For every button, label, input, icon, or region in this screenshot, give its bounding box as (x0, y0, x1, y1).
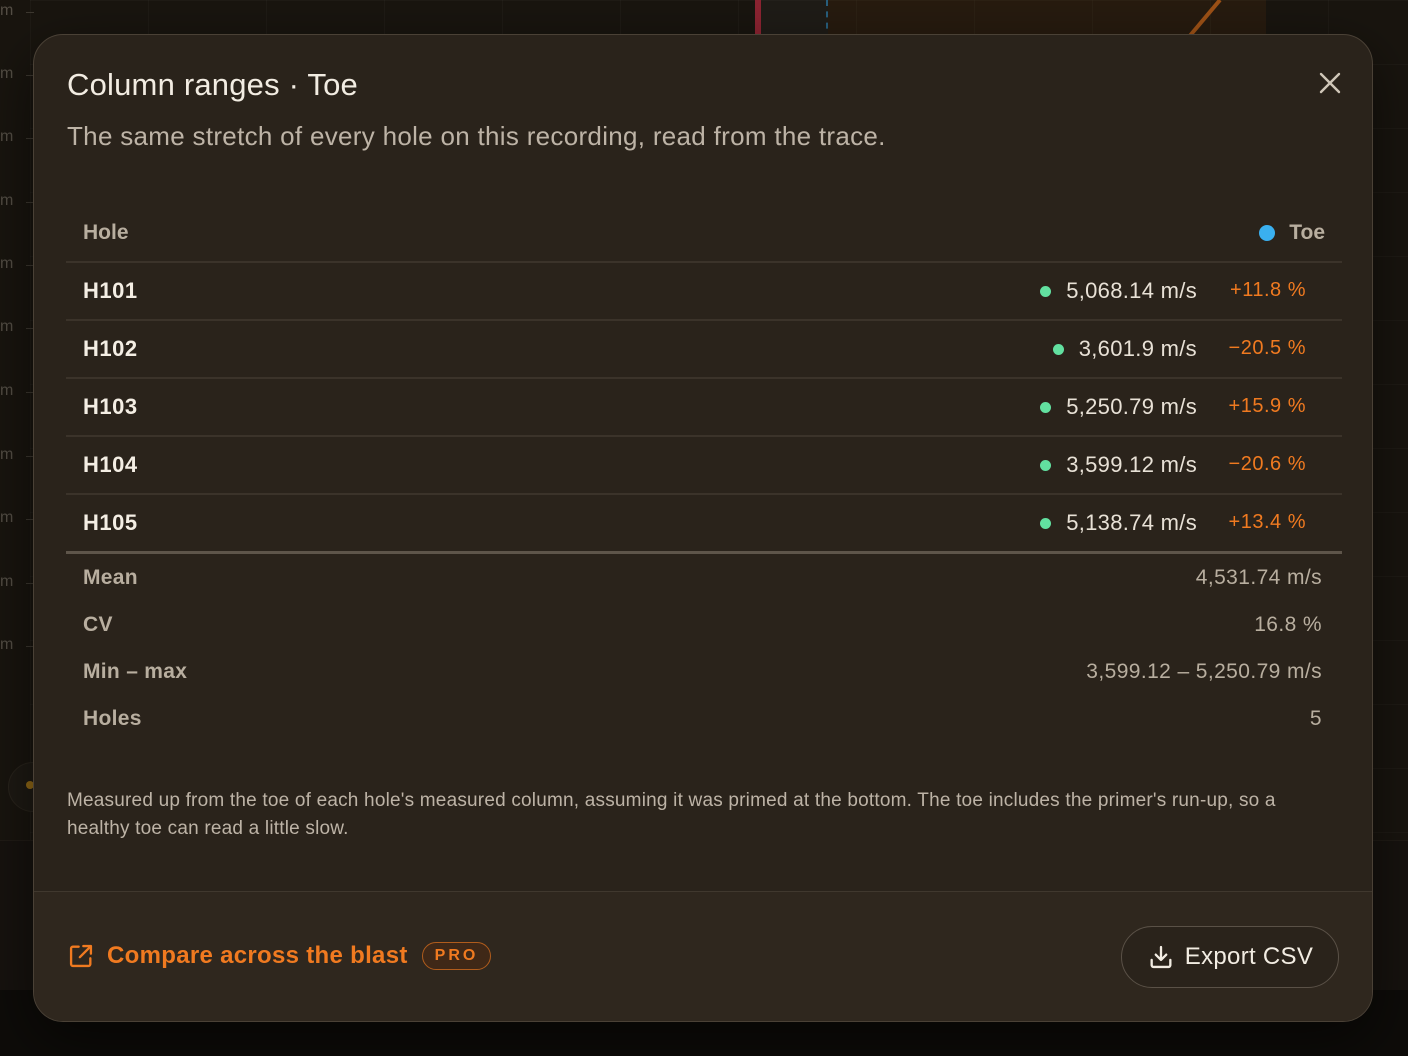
summary-label: Holes (83, 707, 142, 730)
table-header: Hole Toe (66, 205, 1342, 263)
row-value-text: 5,138.74 m/s (1066, 510, 1197, 535)
summary-value: 5 (1309, 707, 1322, 730)
row-hole-id: H103 (83, 394, 138, 419)
status-dot (1040, 401, 1052, 413)
summary-value: 4,531.74 m/s (1195, 566, 1322, 589)
row-hole-id: H102 (83, 336, 138, 361)
dialog-footer: Compare across the blast PRO Export CSV (34, 891, 1372, 1021)
dialog-subtitle: The same stretch of every hole on this r… (67, 121, 886, 151)
row-deviation: −20.6 % (1228, 453, 1306, 475)
row-deviation: +13.4 % (1228, 511, 1306, 533)
row-value: 3,601.9 m/s (1052, 336, 1197, 362)
row-hole-id: H101 (83, 278, 138, 303)
dialog-title: Column ranges · Toe (67, 67, 358, 102)
column-header-toe: Toe (1259, 221, 1325, 245)
summary-row-min-max: Min – max 3,599.12 – 5,250.79 m/s (66, 648, 1342, 695)
summary-label: Min – max (83, 660, 188, 683)
column-ranges-dialog: Column ranges · Toe The same stretch of … (33, 34, 1373, 1022)
methodology-note: Measured up from the toe of each hole's … (67, 790, 1276, 839)
table-row: H104 3,599.12 m/s −20.6 % (66, 437, 1342, 495)
status-dot (1040, 285, 1052, 297)
row-value-text: 5,250.79 m/s (1066, 394, 1197, 419)
row-value-text: 3,601.9 m/s (1078, 336, 1197, 361)
column-header-toe-label: Toe (1289, 221, 1325, 244)
summary-row-cv: CV 16.8 % (66, 601, 1342, 648)
table-row: H101 5,068.14 m/s +11.8 % (66, 263, 1342, 321)
column-header-hole: Hole (83, 221, 129, 244)
pro-badge: PRO (421, 942, 492, 970)
row-hole-id: H104 (83, 452, 138, 477)
row-value: 5,250.79 m/s (1040, 394, 1197, 420)
close-button[interactable] (1310, 63, 1350, 103)
table-row: H105 5,138.74 m/s +13.4 % (66, 495, 1342, 554)
status-dot (1040, 459, 1052, 471)
row-hole-id: H105 (83, 510, 138, 535)
table-row: H103 5,250.79 m/s +15.9 % (66, 379, 1342, 437)
series-color-dot (1259, 225, 1276, 241)
status-dot (1040, 517, 1052, 529)
row-value-text: 5,068.14 m/s (1066, 278, 1197, 303)
summary-label: Mean (83, 566, 138, 589)
summary-value: 16.8 % (1254, 613, 1322, 636)
summary-value: 3,599.12 – 5,250.79 m/s (1086, 660, 1322, 683)
summary-row-mean: Mean 4,531.74 m/s (66, 554, 1342, 601)
status-dot (1052, 343, 1064, 355)
table-row: H102 3,601.9 m/s −20.5 % (66, 321, 1342, 379)
summary-row-holes: Holes 5 (66, 695, 1342, 742)
summary-label: CV (83, 613, 113, 636)
column-ranges-table: Hole Toe H101 5,068.14 m/s +11.8 % H102 … (66, 205, 1342, 742)
close-icon (1319, 72, 1341, 94)
row-value: 5,068.14 m/s (1040, 278, 1197, 304)
row-deviation: −20.5 % (1228, 337, 1306, 359)
compare-link-label: Compare across the blast (107, 942, 408, 969)
row-value-text: 3,599.12 m/s (1066, 452, 1197, 477)
row-deviation: +11.8 % (1230, 279, 1306, 301)
row-deviation: +15.9 % (1228, 395, 1306, 417)
row-value: 5,138.74 m/s (1040, 510, 1197, 536)
export-csv-label: Export CSV (1184, 943, 1314, 970)
row-value: 3,599.12 m/s (1040, 452, 1197, 478)
compare-across-blast-link[interactable]: Compare across the blast PRO (67, 942, 492, 970)
download-icon (1150, 945, 1172, 969)
export-csv-button[interactable]: Export CSV (1121, 926, 1339, 988)
external-link-icon (69, 944, 93, 968)
